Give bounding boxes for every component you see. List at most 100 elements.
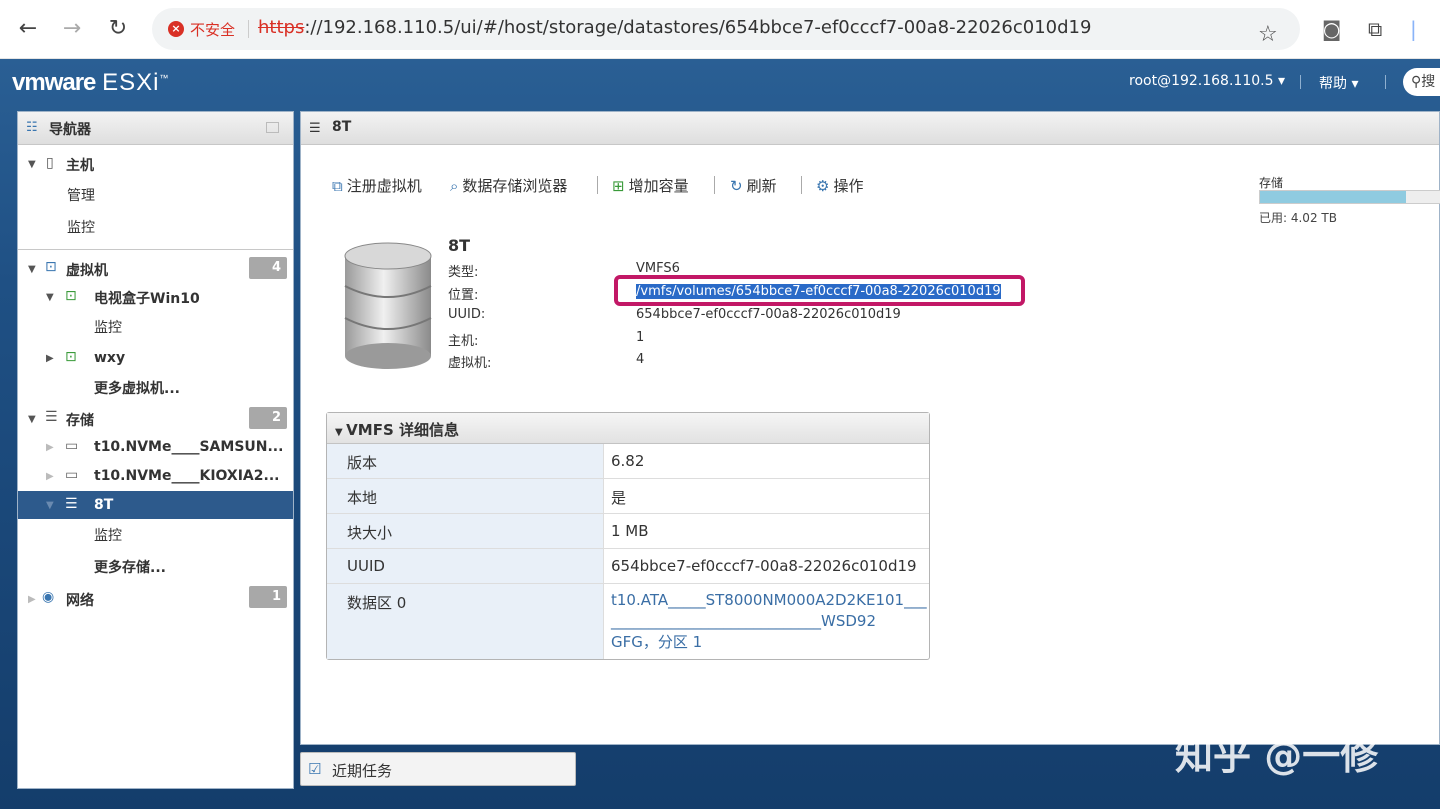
expand-icon[interactable]: ▶ [46,442,54,453]
nav-host[interactable]: 主机 [66,155,94,175]
uuid-value: 654bbce7-ef0cccf7-00a8-22026c010d19 [636,307,901,322]
datastore-icon: ☰ [65,496,78,512]
table-row: UUID 654bbce7-ef0cccf7-00a8-22026c010d19 [327,549,929,584]
forward-icon[interactable]: → [58,15,86,43]
row-key: 数据区 0 [327,584,604,659]
actions-button[interactable]: ⚙ 操作 [816,175,863,196]
search-input[interactable]: ⚲搜 [1403,68,1440,96]
expand-icon[interactable]: ▶ [28,594,36,605]
divider [597,176,598,194]
nav-network[interactable]: 网络 [66,590,94,610]
help-menu[interactable]: 帮助 ▾ [1319,73,1358,93]
vms-value: 4 [636,352,645,367]
collapse-panel-icon[interactable] [266,122,279,133]
profile-divider: | [1410,17,1417,41]
vmfs-details-panel: ▼ VMFS 详细信息 版本 6.82 本地 是 块大小 1 MB UUID 6… [326,412,930,660]
expand-icon[interactable]: ▶ [46,353,54,364]
hosts-value: 1 [636,330,645,345]
disk-icon: ▭ [65,467,79,483]
highlight-box [614,275,1025,306]
selected-row [18,491,293,519]
nav-more-storage[interactable]: 更多存储... [94,557,166,577]
refresh-button[interactable]: ↻ 刷新 [730,175,777,196]
divider [1385,75,1386,89]
register-vm-icon: ⧉ [332,177,343,195]
tab-title: 8T [332,119,352,135]
gear-icon: ⚙ [816,177,830,195]
disk-icon: ▭ [65,438,79,454]
bookmark-star-icon[interactable]: ☆ [1258,22,1278,47]
reload-icon[interactable]: ↻ [104,15,132,43]
row-key: 块大小 [327,514,604,548]
table-row: 块大小 1 MB [327,514,929,549]
refresh-icon: ↻ [730,177,743,195]
row-key: 版本 [327,444,604,478]
vmware-logo: vmware ESXi™ [12,69,169,96]
url-text[interactable]: https://192.168.110.5/ui/#/host/storage/… [258,17,1091,38]
expand-icon[interactable]: ▼ [28,414,36,425]
vmfs-details-header[interactable]: ▼ VMFS 详细信息 [327,413,929,444]
browser-icon: ⌕ [450,177,459,195]
nav-more-vms[interactable]: 更多虚拟机... [94,378,180,398]
expand-icon[interactable]: ▼ [28,159,36,170]
divider [801,176,802,194]
nav-storage-monitor[interactable]: 监控 [94,525,122,545]
network-icon: ◉ [42,589,55,605]
camera-icon[interactable]: ◙ [1322,17,1341,41]
nav-storage[interactable]: 存储 [66,410,94,430]
nav-vm-monitor[interactable]: 监控 [94,317,122,337]
expand-icon[interactable]: ▼ [46,500,54,511]
navigator-panel: ☷ 导航器 ▼ ▯ 主机 管理 监控 ▼ ⊡ 虚拟机 4 ▼ ⊡ 电视盒子Win… [17,111,294,789]
nav-host-manage[interactable]: 管理 [67,185,95,205]
expand-icon[interactable]: ▶ [46,471,54,482]
nav-datastore[interactable]: t10.NVMe____KIOXIA2... [94,468,279,484]
expand-icon[interactable]: ▼ [46,292,54,303]
hosts-label: 主机: [448,334,479,349]
row-value: 654bbce7-ef0cccf7-00a8-22026c010d19 [611,557,917,575]
row-value: 6.82 [611,452,645,470]
host-icon: ▯ [46,155,54,171]
nav-vm-item[interactable]: wxy [94,350,125,366]
esxi-header: vmware ESXi™ root@192.168.110.5 ▾ 帮助 ▾ ⚲… [0,59,1440,103]
nav-vms[interactable]: 虚拟机 [66,260,108,280]
storage-icon: ☰ [45,409,58,425]
expand-icon[interactable]: ▼ [28,264,36,275]
extensions-icon[interactable]: ⧉ [1368,17,1382,41]
row-value: 是 [611,489,627,507]
uuid-label: UUID: [448,307,486,322]
divider [248,20,249,38]
navigator-title: 导航器 [49,122,91,138]
divider [18,249,293,250]
register-vm-button[interactable]: ⧉ 注册虚拟机 [332,175,422,196]
browser-toolbar: ← → ↻ × 不安全 https://192.168.110.5/ui/#/h… [0,0,1440,59]
nav-host-monitor[interactable]: 监控 [67,217,95,237]
storage-count-badge: 2 [249,407,287,429]
nav-datastore[interactable]: t10.NVMe____SAMSUN... [94,439,283,455]
back-icon[interactable]: ← [14,15,42,43]
datastore-browser-button[interactable]: ⌕ 数据存储浏览器 [450,175,567,196]
nav-vm-item[interactable]: 电视盒子Win10 [94,288,200,308]
database-icon [344,242,432,369]
address-bar[interactable]: × 不安全 https://192.168.110.5/ui/#/host/st… [152,8,1300,50]
user-menu[interactable]: root@192.168.110.5 ▾ [1129,73,1285,89]
vmfs-details-title: VMFS 详细信息 [346,421,459,439]
vm-running-icon: ⊡ [65,288,77,304]
row-value: 1 MB [611,522,649,540]
vms-label: 虚拟机: [448,356,492,371]
security-status[interactable]: 不安全 [190,19,235,40]
extent-link[interactable]: t10.ATA_____ST8000NM000A2D2KE101___ ____… [611,590,927,653]
storage-usage-bar [1259,190,1440,204]
location-label: 位置: [448,288,479,303]
capacity-icon: ⊞ [612,177,625,195]
network-count-badge: 1 [249,586,287,608]
watermark: 知乎 @一修 [1175,734,1379,778]
datastore-icon: ☰ [309,121,321,136]
vm-running-icon: ⊡ [65,349,77,365]
vm-icon: ⊡ [45,259,57,275]
main-header: ☰ 8T [301,112,1439,145]
nav-datastore-selected[interactable]: 8T [94,497,113,513]
increase-capacity-button[interactable]: ⊞ 增加容量 [612,175,689,196]
recent-tasks-tab[interactable]: ☑ 近期任务 [300,752,576,786]
main-panel: ☰ 8T ⧉ 注册虚拟机 ⌕ 数据存储浏览器 ⊞ 增加容量 ↻ 刷新 ⚙ 操作 8T 类型… [300,111,1440,745]
storage-usage-label: 存储 [1259,176,1284,190]
